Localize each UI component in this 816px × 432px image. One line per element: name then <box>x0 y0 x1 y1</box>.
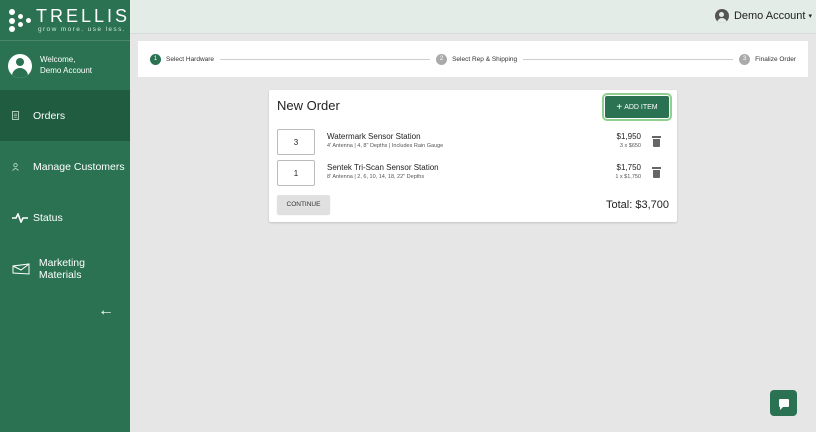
step-number: 3 <box>739 53 751 65</box>
item-price: $1,750 <box>616 163 641 172</box>
item-name: Watermark Sensor Station <box>327 132 421 141</box>
sidebar-item-label: Orders <box>33 109 66 122</box>
trash-icon[interactable] <box>652 167 661 178</box>
item-description: 8' Antenna | 2, 6, 10, 14, 18, 22" Depth… <box>327 174 425 180</box>
sidebar: TRELLIS grow more. use less. Welcome, De… <box>0 0 130 432</box>
step-label: Select Hardware <box>166 55 215 63</box>
account-menu[interactable]: Demo Account ▾ <box>714 9 812 23</box>
item-price: $1,950 <box>616 132 641 141</box>
welcome-panel: Welcome, Demo Account <box>0 40 130 90</box>
step-label: Finalize Order <box>755 55 796 63</box>
sidebar-item-label: Marketing Materials <box>38 256 85 281</box>
avatar-icon <box>8 53 32 78</box>
item-unit-price: 3 x $650 <box>619 143 641 149</box>
caret-down-icon: ▾ <box>808 13 812 20</box>
brand-tagline: grow more. use less. <box>37 25 126 33</box>
order-total: Total: $3,700 <box>606 199 669 211</box>
item-unit-price: 1 x $1,750 <box>615 174 641 180</box>
quantity-input[interactable]: 1 <box>277 160 315 186</box>
step-number: 2 <box>436 53 448 65</box>
step-finalize-order: 3 Finalize Order <box>739 53 796 65</box>
brand-name: TRELLIS <box>35 5 130 26</box>
step-select-rep-shipping: 2 Select Rep & Shipping <box>436 53 518 65</box>
document-icon <box>12 111 28 120</box>
step-select-hardware: 1 Select Hardware <box>150 53 215 65</box>
welcome-label: Welcome, <box>40 55 76 65</box>
sidebar-item-status[interactable]: Status <box>0 192 130 243</box>
trellis-logo-icon <box>9 8 32 32</box>
order-item-row: 3 Watermark Sensor Station 4' Antenna | … <box>277 129 669 155</box>
chat-bubble-icon <box>778 399 789 410</box>
plus-icon: + <box>616 101 623 113</box>
trash-icon[interactable] <box>652 136 661 147</box>
add-item-label: ADD ITEM <box>624 103 658 111</box>
card-title: New Order <box>277 98 340 113</box>
order-item-row: 1 Sentek Tri-Scan Sensor Station 8' Ante… <box>277 160 669 186</box>
sidebar-item-marketing-materials[interactable]: Marketing Materials <box>0 243 130 294</box>
order-stepper: 1 Select Hardware 2 Select Rep & Shippin… <box>138 41 808 77</box>
new-order-card: New Order + ADD ITEM 3 Watermark Sensor … <box>269 90 677 222</box>
collapse-sidebar-arrow-icon[interactable]: ← <box>98 302 114 320</box>
pulse-icon <box>12 212 28 223</box>
megaphone-icon <box>12 262 34 275</box>
user-icon <box>714 9 729 23</box>
add-item-button[interactable]: + ADD ITEM <box>602 93 672 121</box>
welcome-account-name: Demo Account <box>40 65 93 75</box>
sidebar-item-label: Status <box>33 211 63 224</box>
item-description: 4' Antenna | 4, 8" Depths | Includes Rai… <box>327 143 444 149</box>
step-connector <box>220 58 431 60</box>
step-connector <box>523 58 734 60</box>
sidebar-item-manage-customers[interactable]: Manage Customers <box>0 141 130 192</box>
continue-button[interactable]: CONTINUE <box>277 195 330 214</box>
person-icon <box>12 162 28 171</box>
quantity-input[interactable]: 3 <box>277 129 315 155</box>
sidebar-item-label: Manage Customers <box>33 160 125 173</box>
top-bar: Demo Account ▾ <box>130 0 816 34</box>
sidebar-item-orders[interactable]: Orders <box>0 90 130 141</box>
item-name: Sentek Tri-Scan Sensor Station <box>327 163 439 172</box>
account-name: Demo Account <box>733 10 806 22</box>
step-number: 1 <box>150 53 161 65</box>
step-label: Select Rep & Shipping <box>452 55 518 63</box>
chat-button[interactable] <box>770 390 797 416</box>
brand-logo[interactable]: TRELLIS grow more. use less. <box>0 0 130 40</box>
